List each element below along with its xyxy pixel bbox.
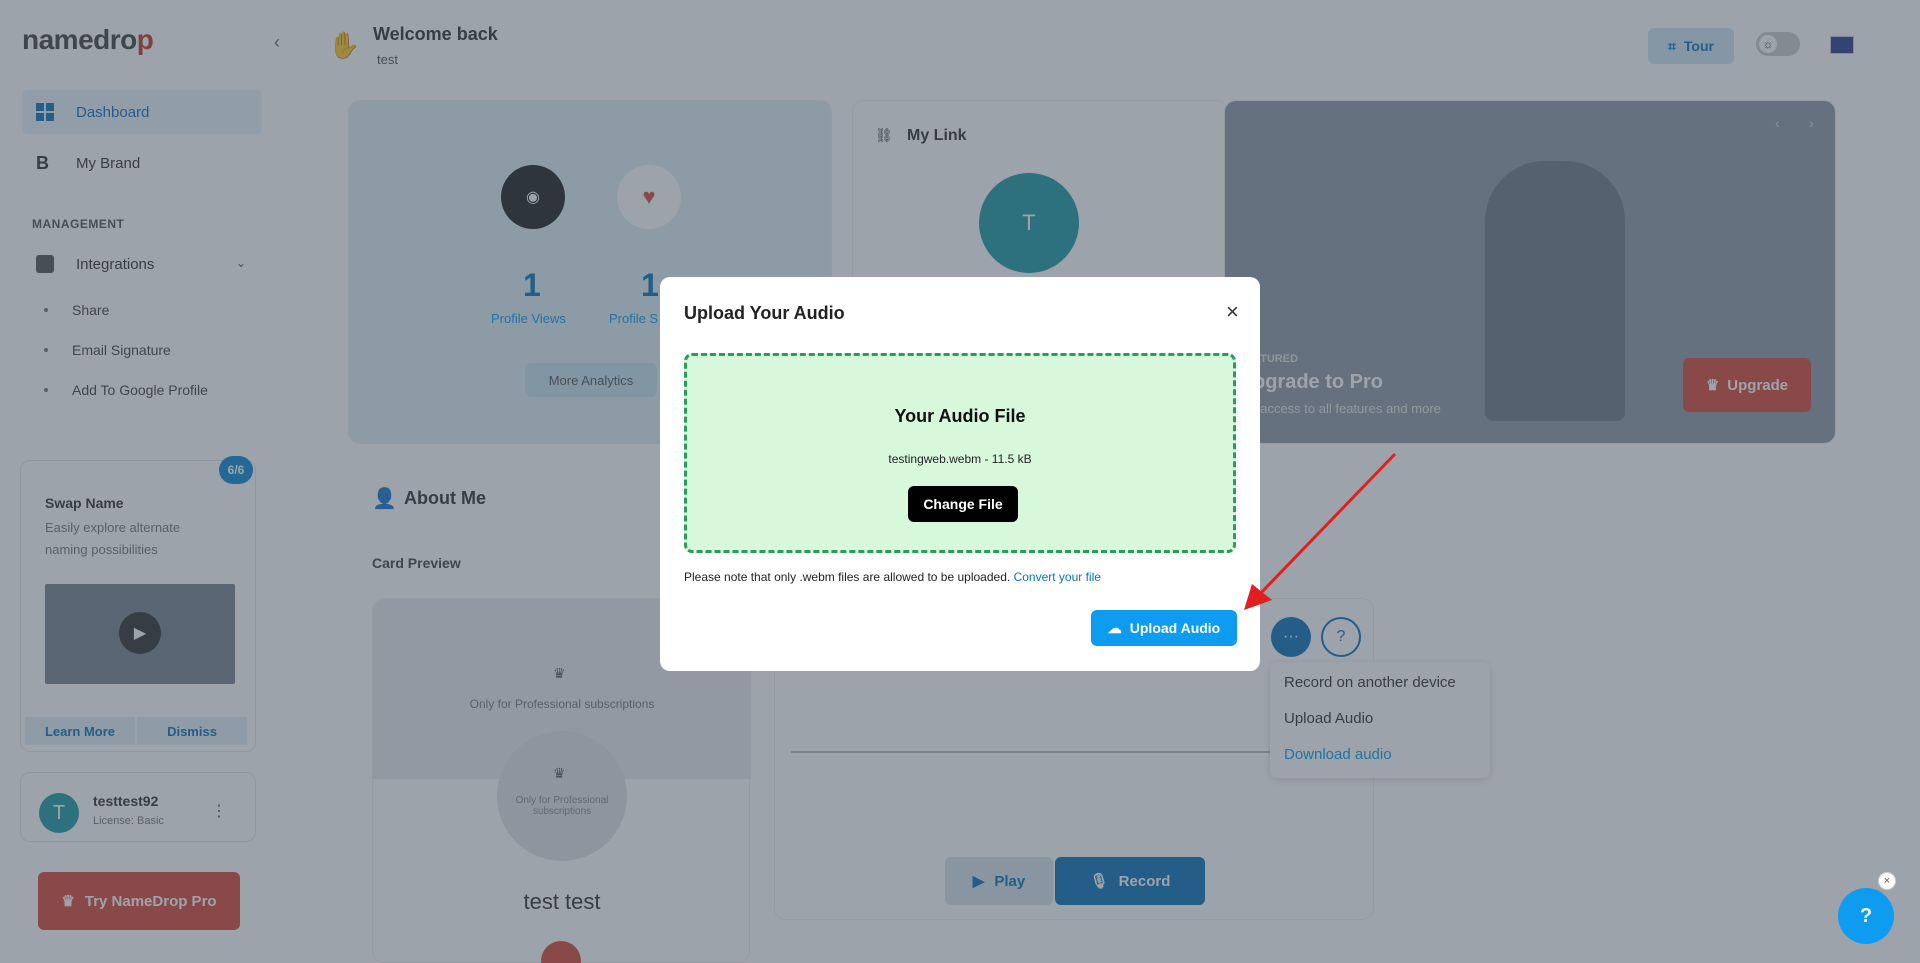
upload-audio-button[interactable]: ☁ Upload Audio: [1091, 610, 1237, 646]
annotation-arrow: [1244, 452, 1397, 610]
file-info: testingweb.webm - 11.5 kB: [888, 452, 1032, 466]
note-text: Please note that only .webm files are al…: [684, 570, 1011, 584]
upload-audio-modal: Upload Your Audio × Your Audio File test…: [660, 277, 1260, 671]
close-icon[interactable]: ×: [1878, 872, 1896, 890]
upload-note: Please note that only .webm files are al…: [684, 570, 1101, 584]
audio-dropzone[interactable]: Your Audio File testingweb.webm - 11.5 k…: [684, 353, 1236, 553]
modal-title: Upload Your Audio: [684, 303, 845, 323]
cloud-upload-icon: ☁: [1107, 619, 1122, 636]
upload-label: Upload Audio: [1129, 620, 1221, 636]
file-heading: Your Audio File: [894, 406, 1026, 426]
close-icon[interactable]: ×: [1226, 299, 1239, 325]
convert-file-link[interactable]: Convert your file: [1014, 570, 1101, 584]
help-chat-button[interactable]: ?: [1838, 888, 1894, 944]
change-file-button[interactable]: Change File: [908, 486, 1018, 522]
